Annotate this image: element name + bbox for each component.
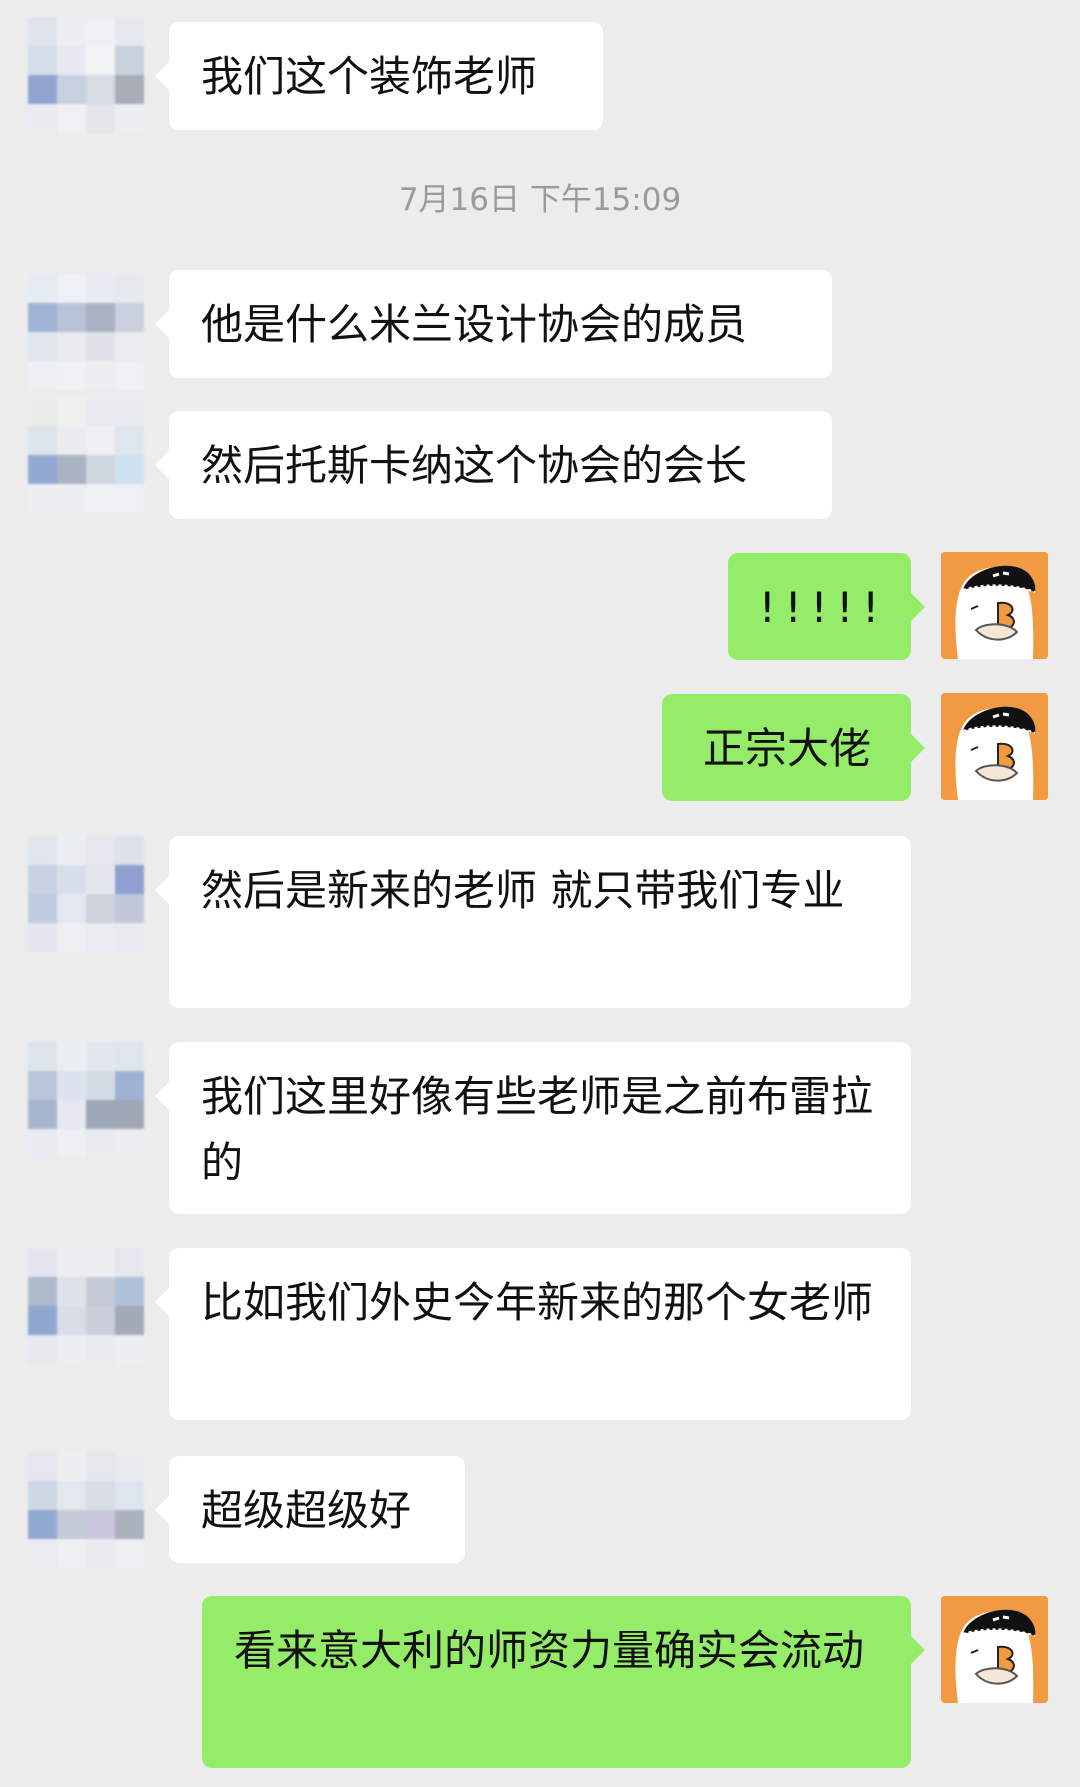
self-avatar[interactable] — [941, 552, 1048, 659]
message-bubble-incoming[interactable]: 比如我们外史今年新来的那个女老师 — [155, 1248, 911, 1420]
message-timestamp: 7月16日 下午15:09 — [398, 182, 682, 218]
contact-avatar[interactable] — [28, 274, 144, 390]
message-text: 比如我们外史今年新来的那个女老师 — [201, 1278, 874, 1327]
message-bubble-outgoing[interactable]: 正宗大佬 — [662, 694, 925, 801]
message-bubble-incoming[interactable]: 我们这里好像有些老师是之前布雷拉的 — [155, 1042, 911, 1214]
message-text: 我们这里好像有些老师是之前布雷拉的 — [201, 1072, 874, 1187]
message-bubble-incoming[interactable]: 然后是新来的老师 就只带我们专业 — [155, 836, 911, 1008]
cartoon-avatar-icon — [941, 693, 1048, 800]
contact-avatar[interactable] — [28, 1248, 144, 1364]
message-text: 看来意大利的师资力量确实会流动 — [234, 1626, 865, 1675]
contact-avatar[interactable] — [28, 397, 144, 513]
message-bubble-outgoing[interactable]: !!!!! — [728, 553, 925, 660]
message-text: 我们这个装饰老师 — [201, 52, 538, 101]
message-bubble-incoming[interactable]: 他是什么米兰设计协会的成员 — [155, 270, 832, 378]
message-text: 超级超级好 — [201, 1486, 412, 1535]
contact-avatar[interactable] — [28, 17, 144, 133]
message-bubble-incoming[interactable]: 然后托斯卡纳这个协会的会长 — [155, 411, 832, 519]
contact-avatar[interactable] — [28, 836, 144, 952]
message-text: !!!!! — [758, 583, 889, 632]
message-bubble-outgoing[interactable]: 看来意大利的师资力量确实会流动 — [202, 1596, 925, 1768]
contact-avatar[interactable] — [28, 1452, 144, 1568]
message-bubble-incoming[interactable]: 我们这个装饰老师 — [155, 22, 603, 130]
cartoon-avatar-icon — [941, 1596, 1048, 1703]
message-text: 然后是新来的老师 就只带我们专业 — [201, 866, 845, 915]
self-avatar[interactable] — [941, 693, 1048, 800]
contact-avatar[interactable] — [28, 1042, 144, 1158]
chat-view[interactable]: 我们这个装饰老师 7月16日 下午15:09 他是什么米兰设计协会的成员 然后托… — [0, 0, 1080, 1787]
message-text: 然后托斯卡纳这个协会的会长 — [201, 441, 748, 490]
message-text: 他是什么米兰设计协会的成员 — [201, 300, 748, 349]
message-text: 正宗大佬 — [702, 724, 871, 773]
cartoon-avatar-icon — [941, 552, 1048, 659]
message-bubble-incoming[interactable]: 超级超级好 — [155, 1456, 465, 1563]
self-avatar[interactable] — [941, 1596, 1048, 1703]
